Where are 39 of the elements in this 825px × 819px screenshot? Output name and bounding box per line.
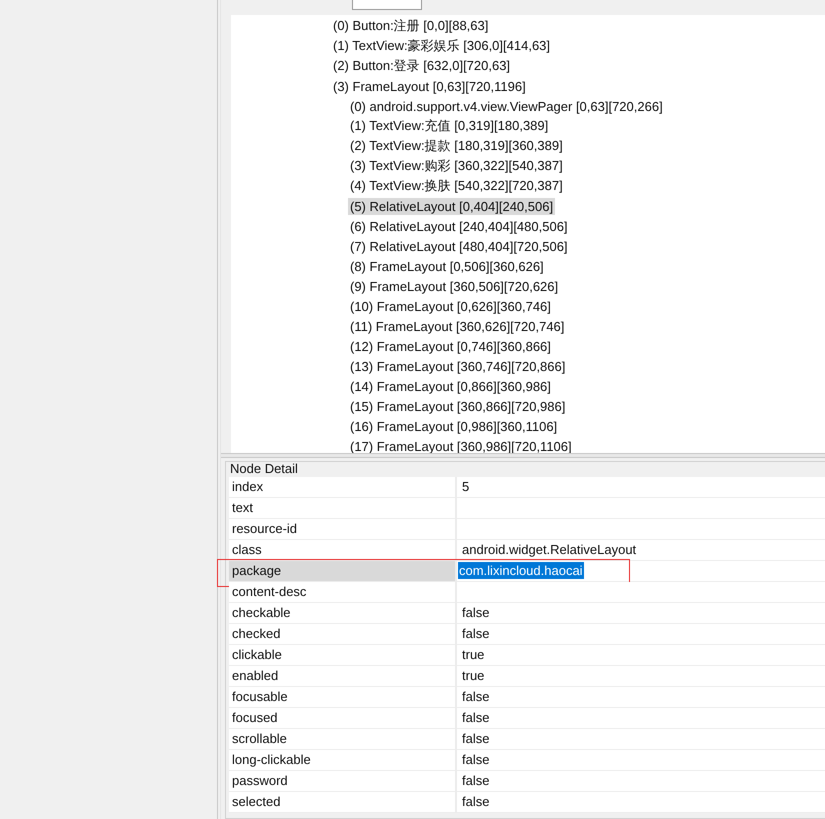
tree-node[interactable]: (3) FrameLayout [0,63][720,1196] <box>331 78 528 94</box>
property-name[interactable]: package <box>229 561 457 581</box>
tree-node[interactable]: (0) Button:注册 [0,0][88,63] <box>331 16 490 36</box>
tree-node[interactable]: (14) FrameLayout [0,866][360,986] <box>348 378 553 394</box>
tree-node[interactable]: (8) FrameLayout [0,506][360,626] <box>348 258 546 274</box>
tree-node[interactable]: (13) FrameLayout [360,746][720,866] <box>348 358 568 374</box>
tree-node[interactable]: (17) FrameLayout [360,986][720,1106] <box>348 438 574 453</box>
tree-node[interactable]: (9) FrameLayout [360,506][720,626] <box>348 278 560 294</box>
tree-node[interactable]: (2) TextView:提款 [180,319][360,389] <box>348 136 565 156</box>
tree-node[interactable]: (2) Button:登录 [632,0][720,63] <box>331 56 512 76</box>
screenshot-thumbnail <box>352 0 422 10</box>
tree-node[interactable]: (0) android.support.v4.view.ViewPager [0,63][720,266] <box>348 98 665 114</box>
property-value: false <box>462 626 490 641</box>
property-value: false <box>462 689 490 704</box>
tree-node[interactable]: (7) RelativeLayout [480,404][720,506] <box>348 238 570 254</box>
tree-node[interactable]: (10) FrameLayout [0,626][360,746] <box>348 298 553 314</box>
tree-node[interactable]: (5) RelativeLayout [0,404][240,506] <box>348 198 556 214</box>
tree-node[interactable]: (4) TextView:换肤 [540,322][720,387] <box>348 176 565 196</box>
property-value: false <box>462 752 490 767</box>
property-value: 5 <box>462 479 470 494</box>
tree-node[interactable]: (3) TextView:购彩 [360,322][540,387] <box>348 156 565 176</box>
property-value: false <box>462 773 490 788</box>
tree-node[interactable]: (6) RelativeLayout [240,404][480,506] <box>348 218 570 234</box>
tree-node[interactable]: (1) TextView:充值 [0,319][180,389] <box>348 116 550 136</box>
tree-node[interactable]: (11) FrameLayout [360,626][720,746] <box>348 318 566 334</box>
property-value: true <box>462 647 484 662</box>
tree-node[interactable]: (16) FrameLayout [0,986][360,1106] <box>348 418 560 434</box>
tree-node[interactable]: (12) FrameLayout [0,746][360,866] <box>348 338 553 354</box>
property-value: false <box>462 731 490 746</box>
property-value: false <box>462 794 490 809</box>
property-value: com.lixincloud.haocai <box>458 562 584 579</box>
property-value: false <box>462 710 490 725</box>
tree-node[interactable]: (1) TextView:豪彩娱乐 [306,0][414,63] <box>331 36 552 56</box>
property-value: true <box>462 668 484 683</box>
property-value: false <box>462 605 490 620</box>
property-value: android.widget.RelativeLayout <box>462 542 636 557</box>
property-name[interactable]: selected <box>229 792 457 812</box>
panel-title: Node Detail <box>229 462 299 477</box>
tree-node[interactable]: (15) FrameLayout [360,866][720,986] <box>348 398 568 414</box>
